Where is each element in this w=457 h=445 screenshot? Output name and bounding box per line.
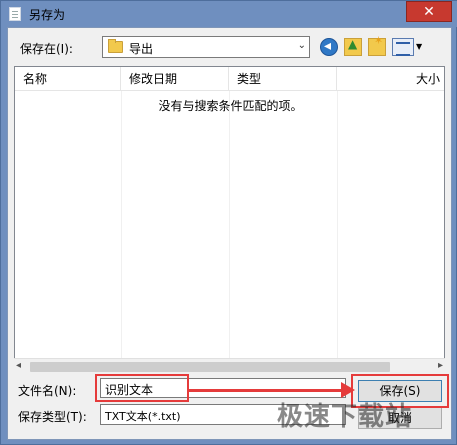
- title-bar[interactable]: 另存为 ✕: [1, 1, 457, 27]
- up-folder-icon[interactable]: [344, 37, 362, 56]
- scroll-right-icon[interactable]: ▸: [438, 360, 443, 371]
- column-name[interactable]: 名称: [15, 67, 121, 91]
- scrollbar-thumb[interactable]: [30, 362, 390, 372]
- file-list[interactable]: 名称 修改日期 类型 大小 没有与搜索条件匹配的项。: [14, 66, 445, 374]
- view-dropdown-arrow-icon[interactable]: ▼: [416, 42, 422, 51]
- watermark-text: 极速下载站: [277, 402, 413, 432]
- column-date-modified[interactable]: 修改日期: [121, 67, 229, 91]
- back-icon[interactable]: [320, 38, 338, 56]
- column-divider: [229, 91, 230, 363]
- scroll-left-icon[interactable]: ◂: [16, 360, 21, 371]
- filename-annotation-box: [95, 374, 189, 402]
- location-combobox[interactable]: 导出 ⌄: [102, 36, 310, 58]
- dialog-body: 保存在(I): 导出 ⌄ ▼ 名称 修改日期 类型 大小 没有与搜索条件匹配的项…: [7, 27, 452, 440]
- save-as-dialog: 另存为 ✕ 保存在(I): 导出 ⌄ ▼ 名称 修改日期 类型 大小 没有与搜索…: [0, 0, 457, 445]
- empty-message: 没有与搜索条件匹配的项。: [158, 99, 303, 113]
- column-size[interactable]: 大小: [337, 67, 444, 91]
- folder-icon: [108, 39, 123, 53]
- filename-label: 文件名(N):: [18, 384, 77, 398]
- location-value: 导出: [129, 42, 154, 56]
- horizontal-scrollbar[interactable]: ◂ ▸: [14, 358, 445, 374]
- document-icon: [9, 7, 21, 21]
- column-header-row: 名称 修改日期 类型 大小: [15, 67, 444, 91]
- column-divider: [337, 91, 338, 363]
- chevron-down-icon[interactable]: ⌄: [298, 40, 306, 51]
- window-title: 另存为: [29, 8, 66, 22]
- column-type[interactable]: 类型: [229, 67, 337, 91]
- annotation-arrow-line: [189, 389, 347, 392]
- view-menu-icon[interactable]: [392, 38, 414, 56]
- column-divider: [121, 91, 122, 363]
- save-in-label: 保存在(I):: [20, 42, 73, 56]
- new-folder-icon[interactable]: [368, 34, 386, 56]
- close-button[interactable]: ✕: [406, 1, 452, 22]
- filetype-label: 保存类型(T):: [18, 410, 87, 424]
